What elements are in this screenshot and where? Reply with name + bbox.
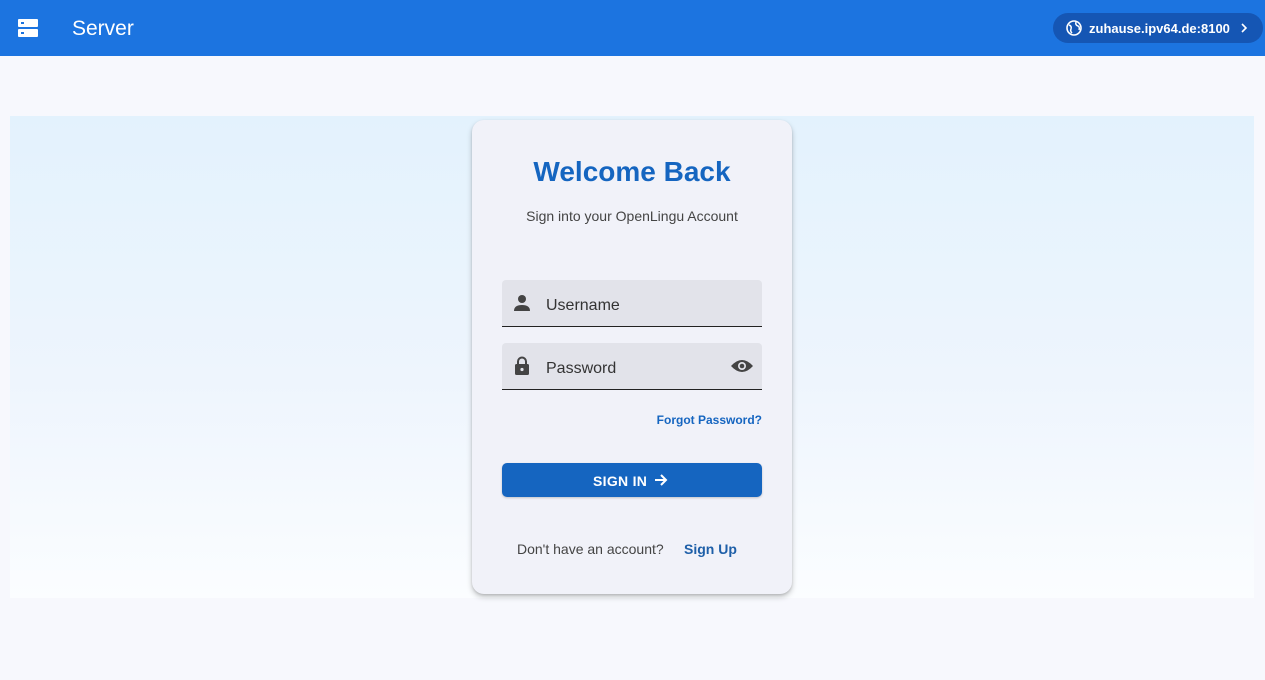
lock-icon	[515, 356, 529, 375]
password-field[interactable]: Password	[502, 343, 762, 390]
username-field[interactable]: Username	[502, 280, 762, 327]
person-icon	[514, 295, 530, 311]
login-subheading: Sign into your OpenLingu Account	[526, 208, 738, 224]
chevron-right-icon	[1241, 23, 1248, 33]
eye-icon[interactable]	[730, 358, 754, 374]
sign-in-button[interactable]: SIGN IN	[502, 463, 762, 497]
username-placeholder: Username	[546, 297, 620, 314]
server-address-label: zuhause.ipv64.de:8100	[1089, 21, 1230, 36]
sign-in-label: SIGN IN	[593, 473, 648, 489]
globe-icon	[1066, 20, 1082, 36]
app-bar: Server zuhause.ipv64.de:8100	[0, 0, 1265, 56]
login-heading: Welcome Back	[533, 156, 731, 187]
dns-icon[interactable]	[18, 19, 38, 37]
forgot-password-link[interactable]: Forgot Password?	[600, 413, 762, 428]
app-title: Server	[72, 17, 134, 40]
server-address-chip[interactable]: zuhause.ipv64.de:8100	[1053, 13, 1263, 43]
no-account-text: Don't have an account?	[517, 541, 664, 557]
password-placeholder: Password	[546, 360, 617, 377]
sign-up-link[interactable]: Sign Up	[684, 541, 737, 558]
arrow-right-icon	[655, 474, 668, 486]
